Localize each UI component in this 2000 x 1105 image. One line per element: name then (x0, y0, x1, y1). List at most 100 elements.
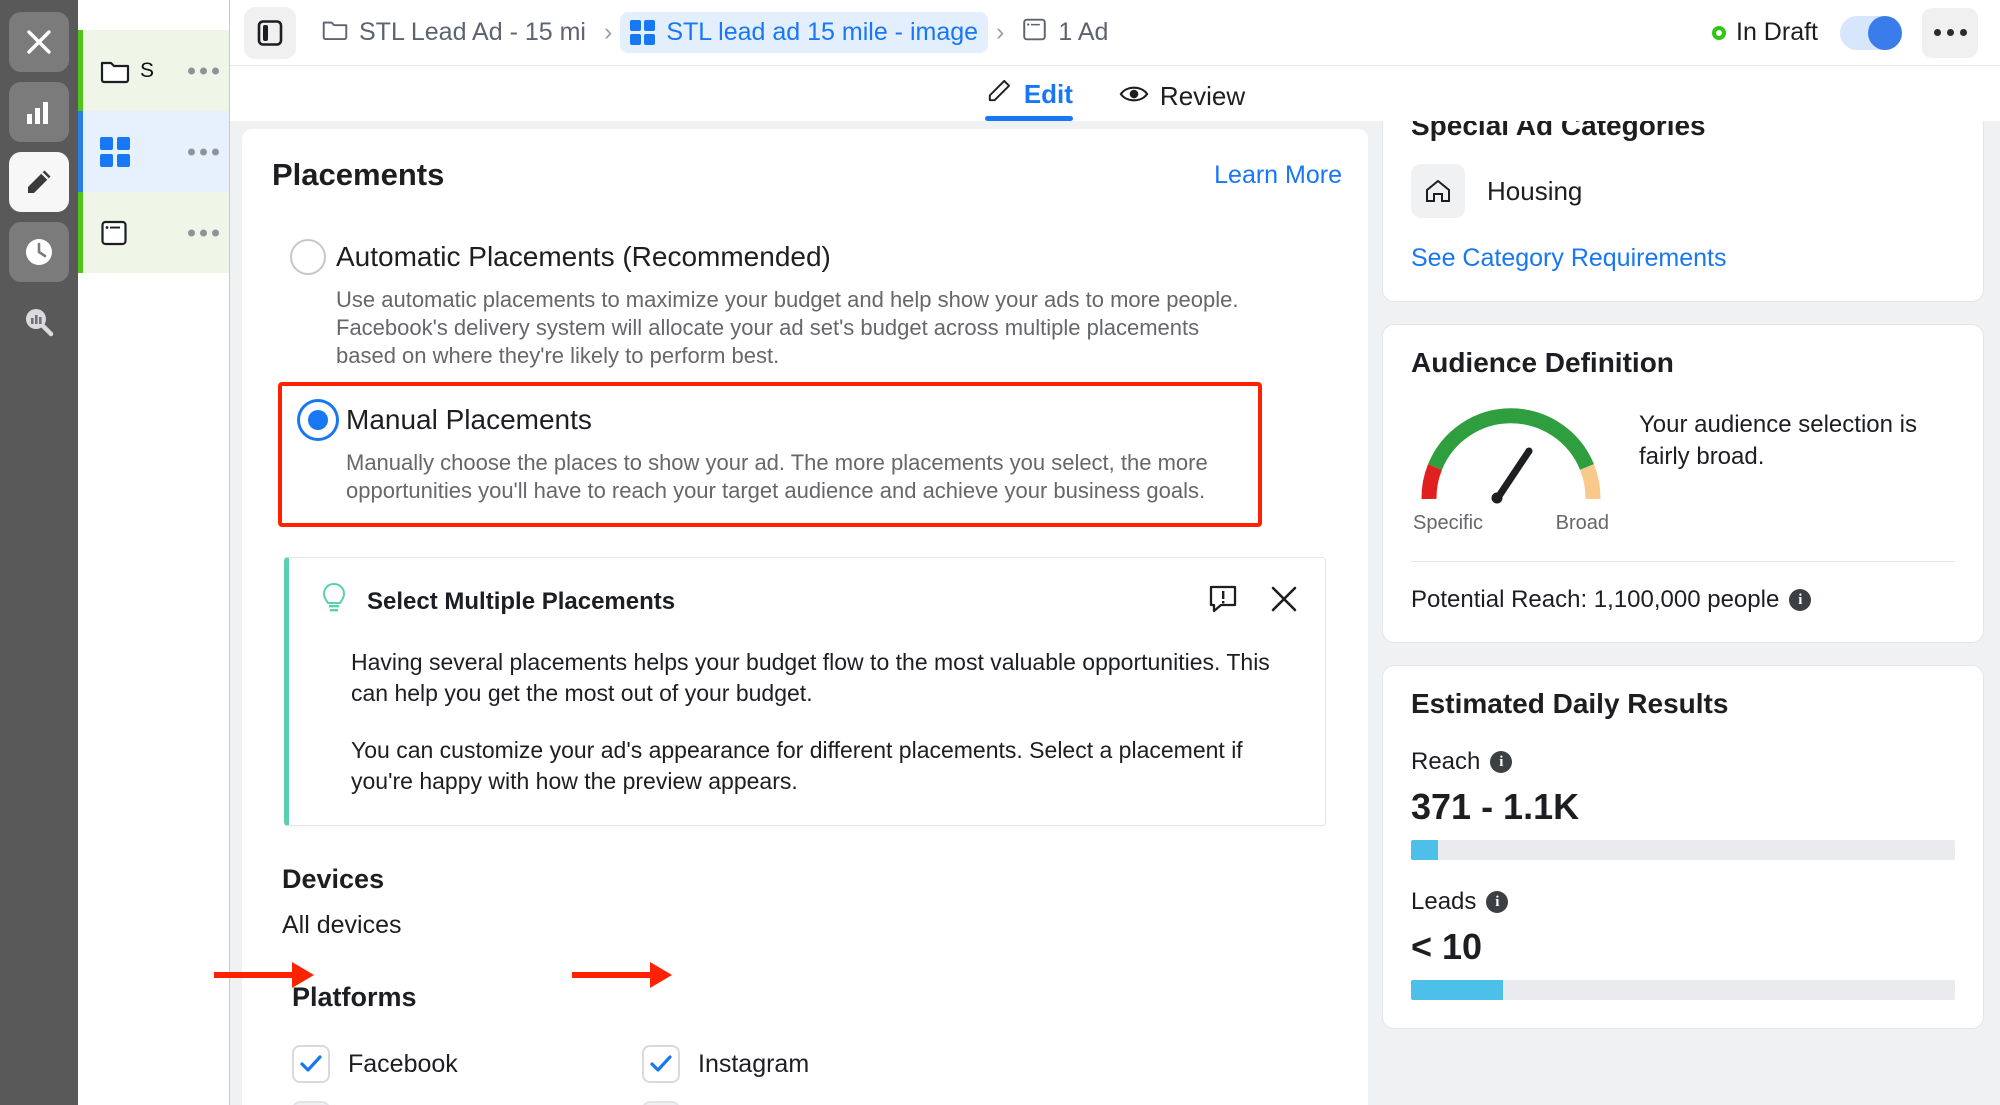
more-options-button[interactable] (1922, 7, 1978, 58)
special-ad-category: Housing (1487, 175, 1583, 206)
checkbox-row-messenger[interactable]: Messenger (642, 1095, 992, 1105)
option-description: Use automatic placements to maximize you… (336, 287, 1239, 368)
tab-review[interactable]: Review (1119, 81, 1245, 121)
mode-tabs: Edit Review (230, 66, 2000, 121)
placements-card: Placements Learn More Automatic Placemen… (242, 129, 1368, 1105)
breadcrumb-item-campaign[interactable]: STL Lead Ad - 15 mi (312, 12, 596, 54)
metric-value-reach: 371 - 1.1K (1411, 786, 1580, 827)
analytics-icon[interactable] (9, 82, 69, 142)
option-manual-placements[interactable]: Manual Placements Manually choose the pl… (282, 400, 1248, 505)
option-description: Manually choose the places to show your … (346, 450, 1208, 503)
tree-row-label: S (140, 58, 155, 82)
close-icon[interactable] (9, 12, 69, 72)
lightbulb-icon (319, 582, 349, 621)
row-overflow-menu[interactable] (188, 148, 219, 155)
arrow-to-instagram-checkbox (572, 962, 672, 988)
breadcrumb-label: STL lead ad 15 mile - image (666, 18, 979, 46)
house-icon (1411, 164, 1465, 218)
info-icon[interactable]: i (1486, 891, 1509, 913)
tab-edit[interactable]: Edit (984, 77, 1074, 121)
feedback-icon[interactable] (1207, 583, 1239, 620)
audience-gauge-wrap: Specific Broad Your audience selection i… (1411, 399, 1955, 535)
breadcrumb-separator: › (603, 18, 613, 46)
platforms-checkbox-grid: Facebook Audience Network (292, 1039, 1342, 1105)
option-automatic-placements[interactable]: Automatic Placements (Recommended) Use a… (272, 237, 1342, 370)
info-icon[interactable]: i (1490, 751, 1513, 773)
checkbox-instagram[interactable] (642, 1045, 680, 1083)
checkbox-row-audience-network[interactable]: Audience Network (292, 1095, 642, 1105)
checkbox-row-facebook[interactable]: Facebook (292, 1039, 642, 1089)
row-overflow-menu[interactable] (188, 229, 219, 236)
option-title: Manual Placements (346, 404, 592, 435)
left-icon-rail (0, 0, 78, 1105)
info-icon[interactable]: i (1789, 589, 1812, 611)
status-accent-bar (78, 192, 83, 273)
breadcrumb-separator: › (996, 18, 1005, 46)
breadcrumb-item-ad[interactable]: 1 Ad (1012, 11, 1118, 55)
gauge-max-label: Broad (1555, 512, 1609, 534)
tip-card: Select Multiple Placements Having severa… (284, 557, 1326, 826)
page-body: Placements Learn More Automatic Placemen… (230, 121, 2000, 1105)
checkbox-label: Facebook (348, 1049, 458, 1078)
gauge-scale-labels: Specific Broad (1411, 512, 1611, 535)
learn-more-link[interactable]: Learn More (1214, 161, 1342, 190)
ad-window-icon (100, 219, 134, 247)
metric-name: Reach (1411, 748, 1481, 775)
eye-icon (1119, 81, 1149, 112)
see-category-requirements-link[interactable]: See Category Requirements (1411, 244, 1955, 273)
insights-search-icon[interactable] (9, 292, 69, 352)
sidebar-panel-icon[interactable] (244, 6, 296, 59)
tip-paragraph-1: Having several placements helps your bud… (351, 649, 1270, 706)
close-icon[interactable] (1269, 584, 1299, 619)
status-badge: In Draft (1712, 15, 1902, 50)
arrow-to-facebook-checkbox (214, 962, 314, 988)
checkbox-facebook[interactable] (292, 1045, 330, 1083)
checkbox-row-instagram[interactable]: Instagram (642, 1039, 992, 1089)
tip-paragraph-2: You can customize your ad's appearance f… (351, 737, 1243, 794)
metric-label-leads: Leads i (1411, 888, 1955, 916)
metric-bar-reach (1411, 840, 1955, 860)
checkbox-audience-network[interactable] (292, 1101, 330, 1105)
radio-automatic-placements[interactable] (290, 239, 326, 275)
folder-icon (100, 58, 134, 84)
radio-manual-placements[interactable] (300, 402, 336, 438)
status-dot-icon (1712, 25, 1727, 40)
card-divider (1411, 561, 1955, 562)
devices-value: All devices (282, 911, 402, 939)
placements-header: Placements Learn More (272, 129, 1342, 193)
campaign-grid-icon (630, 20, 656, 45)
audience-definition-card: Audience Definition Specific Broad Your … (1382, 324, 1984, 643)
option-title: Automatic Placements (Recommended) (336, 241, 831, 272)
potential-reach-row: Potential Reach: 1,100,000 people i (1411, 586, 1955, 614)
estimated-results-title: Estimated Daily Results (1411, 688, 1729, 719)
tab-label: Edit (1023, 79, 1073, 109)
checkbox-label: Instagram (698, 1049, 810, 1078)
ad-window-icon (1022, 17, 1047, 49)
status-toggle[interactable] (1840, 15, 1902, 50)
platforms-column-right: Instagram Messenger (642, 1039, 992, 1105)
special-ad-category-row: Housing (1411, 164, 1955, 218)
metric-label-reach: Reach i (1411, 748, 1955, 776)
main-column: Placements Learn More Automatic Placemen… (230, 121, 1368, 1105)
tree-row-campaign[interactable]: S (78, 30, 229, 111)
row-overflow-menu[interactable] (188, 67, 219, 74)
status-accent-bar (78, 30, 83, 111)
tip-title: Select Multiple Placements (367, 587, 676, 615)
estimated-daily-results-card: Estimated Daily Results Reach i 371 - 1.… (1382, 665, 1984, 1029)
metric-name: Leads (1411, 888, 1477, 915)
page-title: Placements (272, 157, 445, 192)
audience-note: Your audience selection is fairly broad. (1639, 411, 1917, 470)
edit-icon[interactable] (9, 152, 69, 212)
breadcrumb: STL Lead Ad - 15 mi › STL lead ad 15 mil… (312, 11, 1712, 55)
tree-row-ad[interactable] (78, 192, 229, 273)
pencil-icon (985, 77, 1013, 112)
checkbox-messenger[interactable] (642, 1101, 680, 1105)
tree-row-adset[interactable] (78, 111, 229, 192)
history-icon[interactable] (9, 222, 69, 282)
breadcrumb-item-adset[interactable]: STL lead ad 15 mile - image (620, 12, 989, 53)
audience-definition-title: Audience Definition (1411, 347, 1674, 378)
special-ad-title: Special Ad Categories (1411, 121, 1706, 141)
status-label: In Draft (1736, 18, 1818, 46)
special-ad-categories-card: Special Ad Categories Housing See Catego… (1382, 121, 1984, 302)
tab-label: Review (1159, 81, 1246, 111)
